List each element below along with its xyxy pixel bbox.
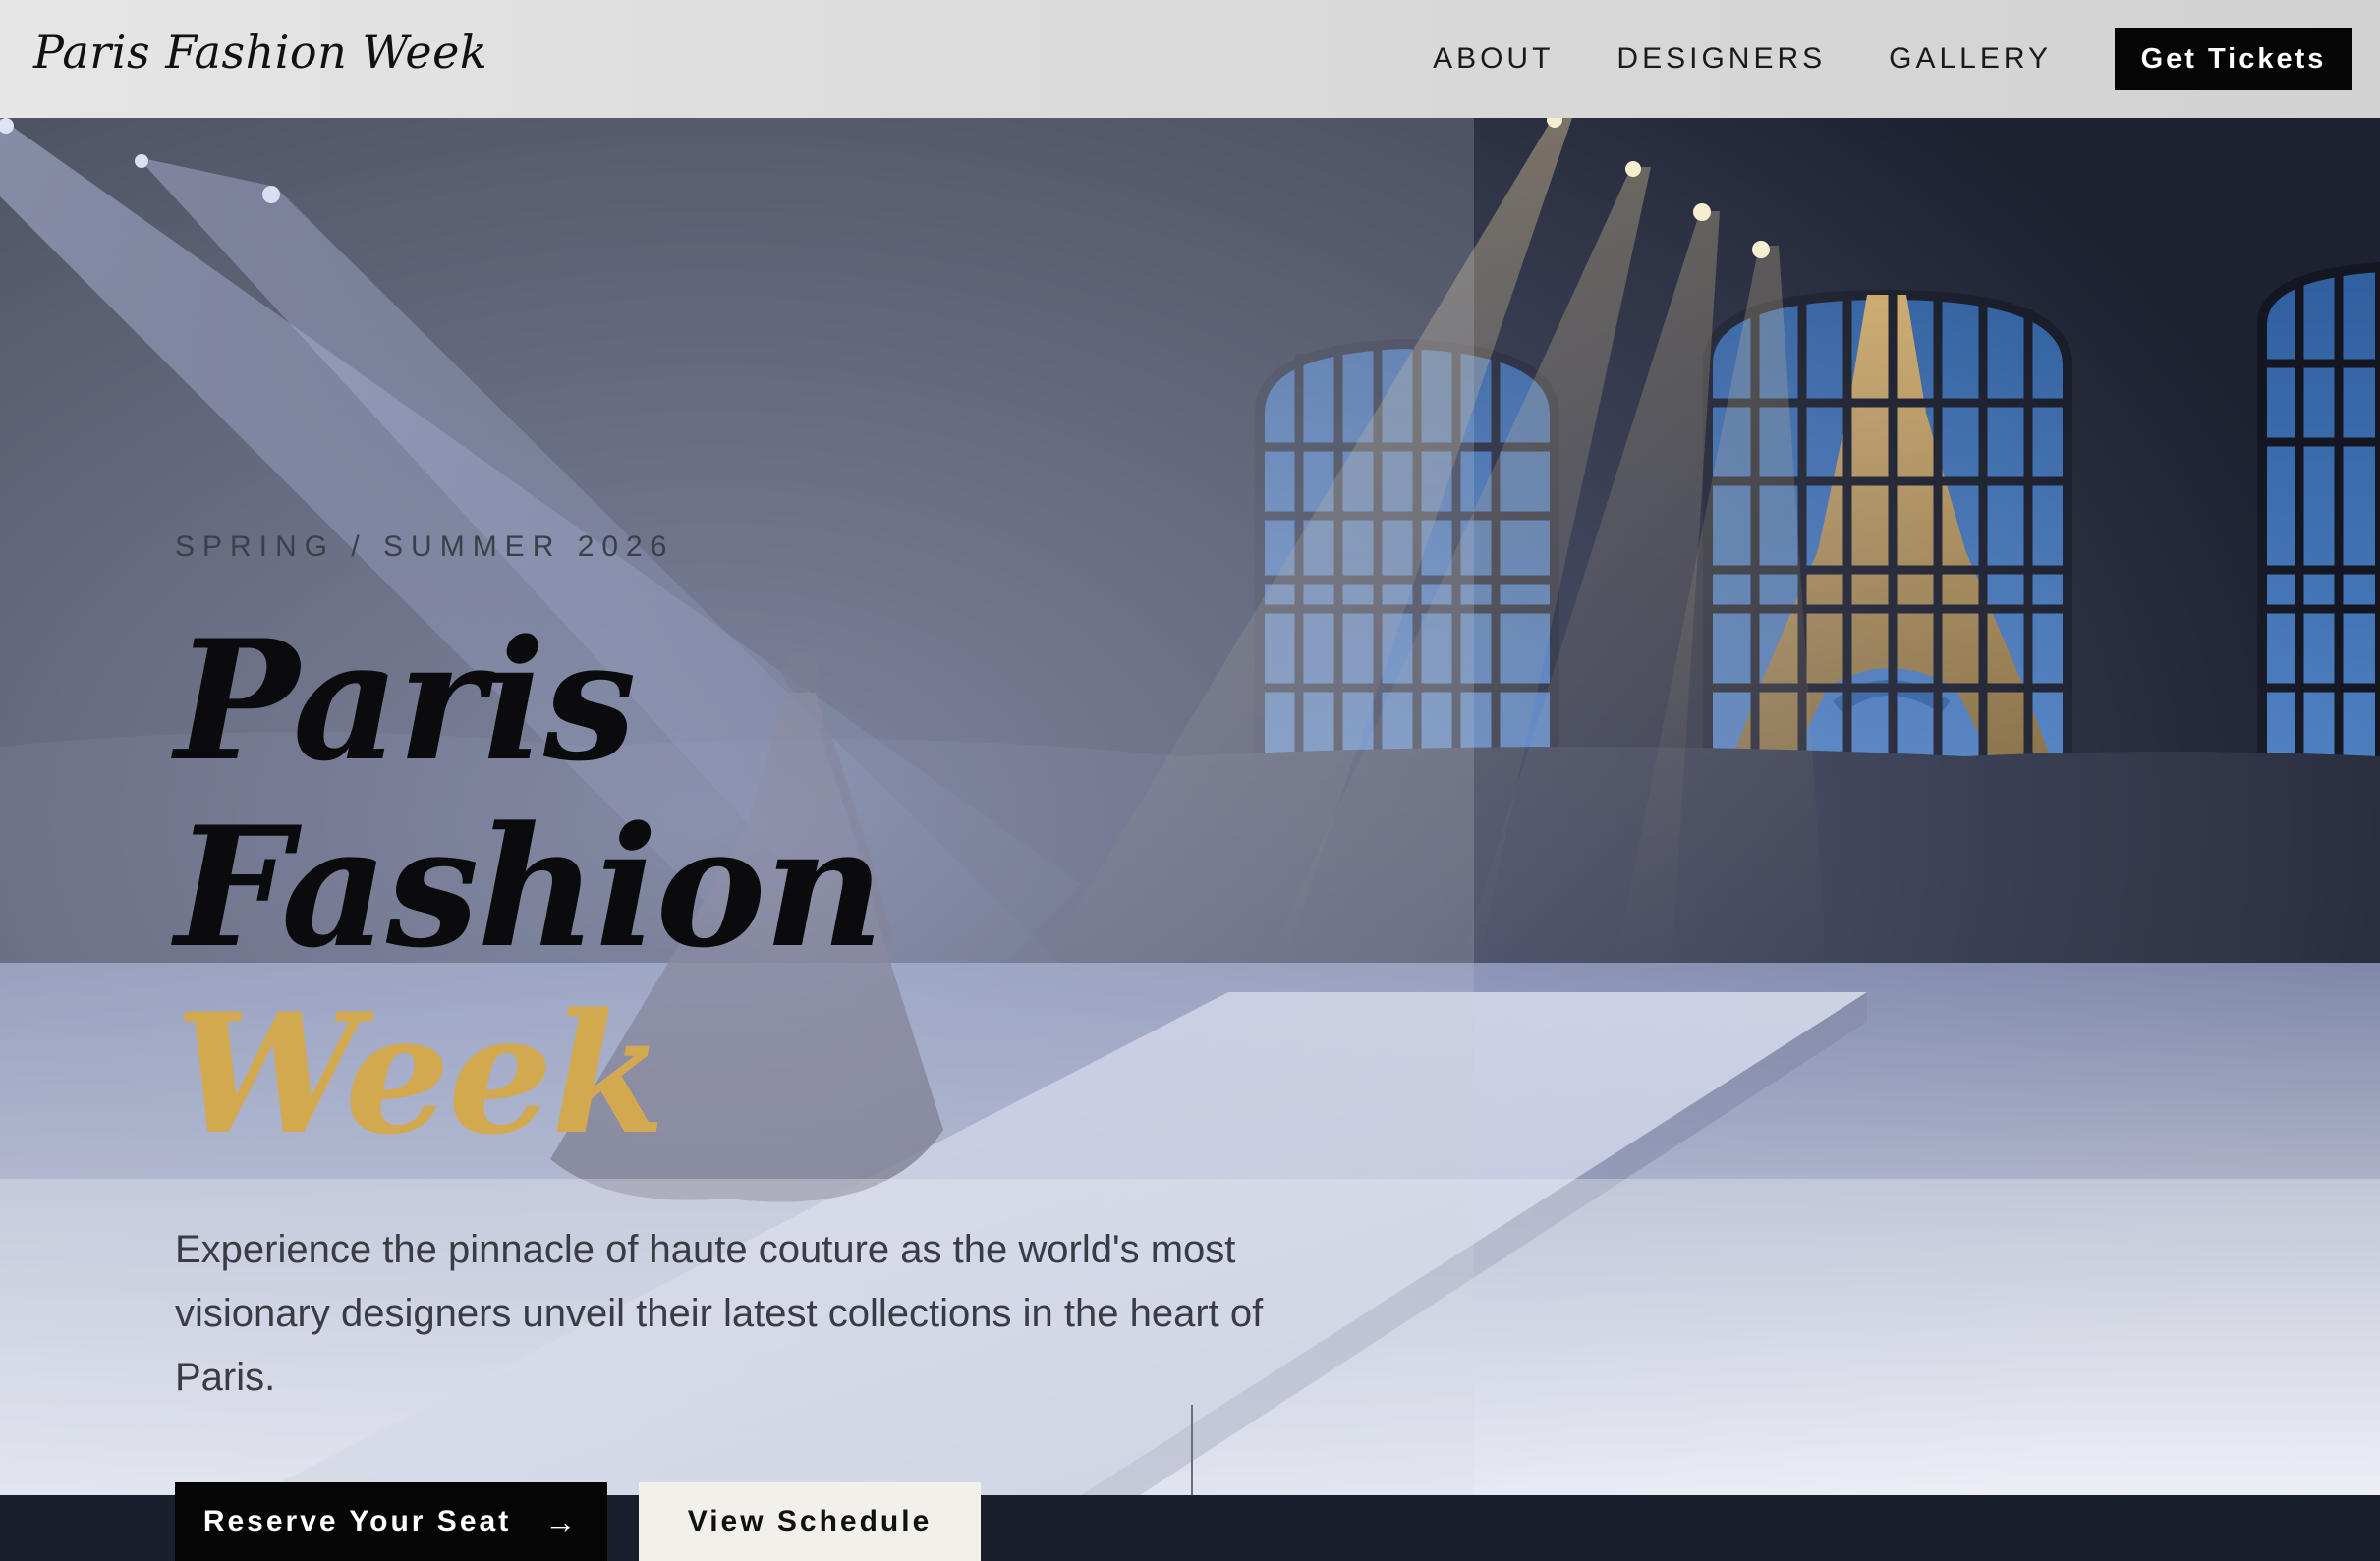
get-tickets-button[interactable]: Get Tickets [2115,28,2352,90]
reserve-seat-button[interactable]: Reserve Your Seat → [175,1482,607,1561]
hero-content: SPRING / SUMMER 2026 Paris Fashion Week … [175,530,1354,1561]
scroll-indicator [1191,1405,1193,1495]
nav-link-gallery[interactable]: GALLERY [1889,42,2052,76]
hero-title: Paris Fashion [175,603,884,984]
brand-logo[interactable]: Paris Fashion Week [33,26,487,79]
hero-buttons: Reserve Your Seat → View Schedule [175,1482,1354,1561]
season-eyebrow: SPRING / SUMMER 2026 [175,530,675,563]
nav-links: ABOUT DESIGNERS GALLERY Get Tickets [1433,0,2380,118]
hero-title-accent: Week [175,976,665,1171]
nav-link-designers[interactable]: DESIGNERS [1616,42,1826,76]
hero-description: Experience the pinnacle of haute couture… [175,1228,1264,1399]
top-nav: Paris Fashion Week ABOUT DESIGNERS GALLE… [0,0,2380,118]
nav-link-about[interactable]: ABOUT [1433,42,1554,76]
reserve-seat-label: Reserve Your Seat [202,1505,512,1537]
arrow-right-icon: → [544,1503,580,1539]
view-schedule-button[interactable]: View Schedule [639,1482,981,1561]
